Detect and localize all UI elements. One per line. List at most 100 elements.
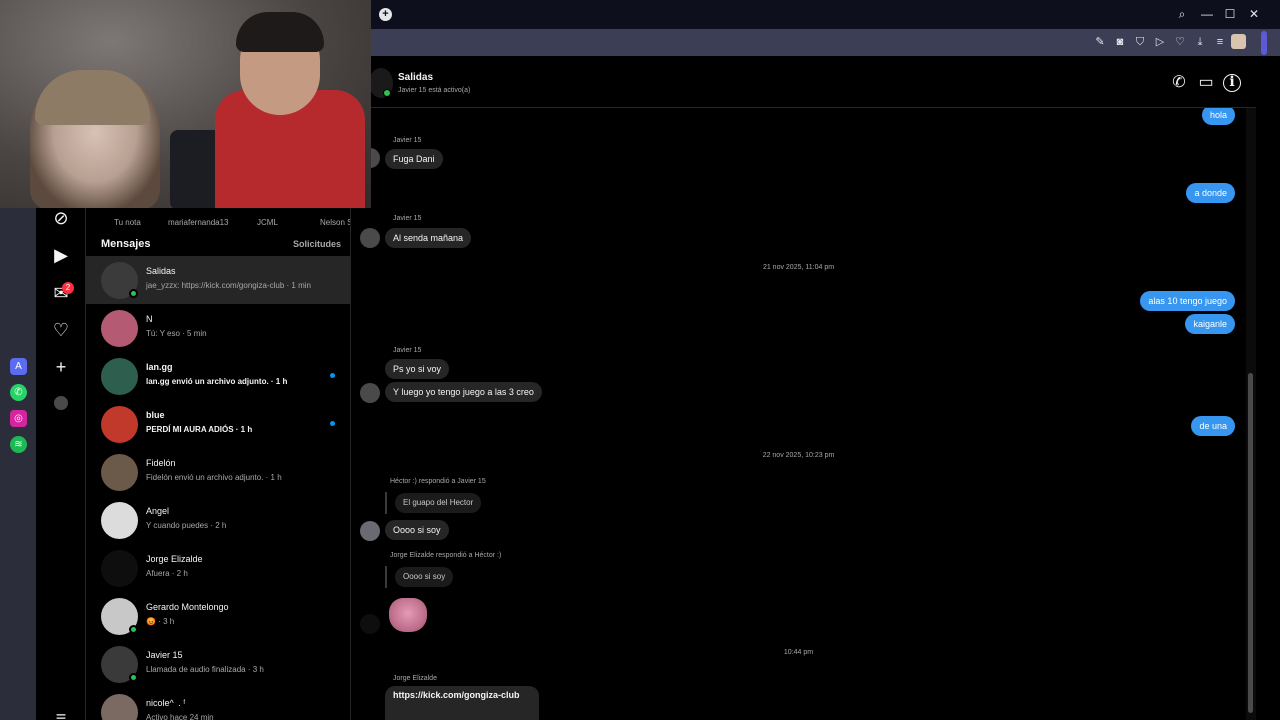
reply-label: Héctor :) respondió a Javier 15 — [390, 478, 486, 485]
conversation-item[interactable]: N Tú: Y eso · 5 min — [86, 304, 350, 352]
camera-icon[interactable]: ◙ — [1113, 35, 1127, 49]
messages-title: Mensajes — [101, 238, 151, 250]
search-icon[interactable]: ⌕ — [1175, 7, 1189, 21]
conversation-item[interactable]: blue PERDÍ MI AURA ADIÓS · 1 h — [86, 400, 350, 448]
chat-title[interactable]: Salidas — [398, 72, 433, 83]
webcam-overlay — [0, 0, 371, 208]
message-sender: Jorge Elizalde — [393, 675, 437, 682]
info-icon[interactable]: i — [1223, 74, 1241, 92]
shield-icon[interactable]: ⛉ — [1133, 35, 1147, 49]
minimize-icon[interactable]: — — [1200, 7, 1214, 21]
play-icon[interactable]: ▷ — [1153, 35, 1167, 49]
online-indicator — [129, 673, 138, 682]
scrollbar-thumb[interactable] — [1248, 373, 1253, 713]
avatar — [101, 694, 138, 720]
timestamp: 21 nov 2025, 11:04 pm — [762, 264, 835, 271]
spotify-icon[interactable]: ≋ — [10, 436, 27, 453]
unread-dot — [330, 373, 335, 378]
whatsapp-icon[interactable]: ✆ — [10, 384, 27, 401]
link-message[interactable]: https://kick.com/gongiza-club — [385, 686, 539, 720]
message-incoming[interactable]: Ps yo si voy — [385, 359, 450, 379]
right-edge — [1256, 56, 1280, 720]
edit-icon[interactable]: ✎ — [1093, 35, 1107, 49]
reels-icon[interactable]: ▶ — [51, 245, 71, 265]
requests-link[interactable]: Solicitudes — [293, 239, 341, 249]
note-item[interactable]: Tu nota — [114, 218, 141, 227]
sender-avatar[interactable] — [360, 383, 380, 403]
instagram-nav-rail: ⊘ ▶ ✉ 2 ♡ + ≡ — [36, 208, 86, 720]
browser-toolbar: ✎ ◙ ⛉ ▷ ♡ ⤓ ≡ — [371, 29, 1280, 56]
conversation-name: Gerardo Montelongo — [146, 602, 229, 612]
monkey-emoji-icon[interactable] — [389, 598, 427, 632]
conversation-item[interactable]: Angel Y cuando puedes · 2 h — [86, 496, 350, 544]
sender-avatar[interactable] — [360, 521, 380, 541]
more-menu-icon[interactable]: ≡ — [51, 708, 71, 720]
avatar — [101, 406, 138, 443]
new-tab-icon[interactable]: + — [379, 8, 392, 21]
download-icon[interactable]: ⤓ — [1193, 35, 1207, 49]
conversation-item[interactable]: nicole^ . ᶠ Activo hace 24 min — [86, 688, 350, 720]
video-icon[interactable]: ▭ — [1197, 74, 1215, 92]
conversation-name: Salidas — [146, 266, 176, 276]
sender-avatar[interactable] — [360, 614, 380, 634]
explore-icon[interactable]: ⊘ — [51, 208, 71, 228]
chat-status: Javier 15 está activo(a) — [398, 87, 471, 94]
avatar — [101, 550, 138, 587]
conversation-item[interactable]: Jorge Elizalde Afuera · 2 h — [86, 544, 350, 592]
conversation-item[interactable]: Salidas jae_yzzx: https://kick.com/gongiz… — [86, 256, 350, 304]
heart-icon[interactable]: ♡ — [51, 320, 71, 340]
conversation-name: Javier 15 — [146, 650, 183, 660]
avatar — [101, 454, 138, 491]
profile-icon[interactable] — [54, 396, 68, 410]
message-incoming[interactable]: Y luego yo tengo juego a las 3 creo — [385, 382, 542, 402]
conversation-preview: jae_yzzx: https://kick.com/gongiza-club … — [146, 281, 311, 290]
conversation-name: N — [146, 314, 153, 324]
message-outgoing[interactable]: a donde — [1186, 183, 1235, 203]
menu-icon[interactable]: ≡ — [1213, 35, 1227, 49]
message-outgoing[interactable]: alas 10 tengo juego — [1140, 291, 1235, 311]
reply-quote[interactable]: El guapo del Hector — [385, 492, 482, 514]
profile-avatar-icon[interactable] — [1231, 34, 1246, 49]
chat-online-dot — [383, 89, 391, 97]
thread-scrollbar[interactable] — [1246, 108, 1256, 720]
message-outgoing[interactable]: hola — [1201, 108, 1235, 125]
sidebar-handle[interactable] — [1261, 31, 1267, 55]
reply-quote[interactable]: Oooo si soy — [385, 566, 454, 588]
note-item[interactable]: JCML — [257, 218, 278, 227]
close-icon[interactable]: ✕ — [1247, 7, 1261, 21]
conversation-item[interactable]: Javier 15 Llamada de audio finalizada · 3… — [86, 640, 350, 688]
online-indicator — [129, 625, 138, 634]
conversation-preview: 😡 · 3 h — [146, 617, 175, 626]
messages-header: Mensajes Solicitudes — [101, 238, 341, 254]
message-sender: Javier 15 — [393, 347, 422, 354]
message-outgoing[interactable]: kaiganle — [1185, 314, 1235, 334]
avatar — [101, 502, 138, 539]
webcam-person-right-hair — [236, 12, 324, 52]
online-indicator — [129, 289, 138, 298]
messages-badge: 2 — [62, 282, 74, 294]
timestamp: 22 nov 2025, 10:23 pm — [762, 452, 835, 459]
message-incoming[interactable]: Al senda mañana — [385, 228, 472, 248]
phone-icon[interactable]: ✆ — [1170, 74, 1188, 92]
maximize-icon[interactable]: ☐ — [1223, 7, 1237, 21]
avatar — [101, 358, 138, 395]
instagram-icon[interactable]: ◎ — [10, 410, 27, 427]
conversation-item[interactable]: Fidelón Fidelón envió un archivo adjunto.… — [86, 448, 350, 496]
sender-avatar[interactable] — [360, 228, 380, 248]
note-item[interactable]: mariafernanda13 — [168, 218, 228, 227]
message-incoming[interactable]: Oooo si soy — [385, 520, 449, 540]
conversation-preview: Tú: Y eso · 5 min — [146, 329, 207, 338]
create-icon[interactable]: + — [51, 357, 71, 377]
unread-dot — [330, 421, 335, 426]
message-incoming[interactable]: Fuga Dani — [385, 149, 443, 169]
conversation-item[interactable]: Gerardo Montelongo 😡 · 3 h — [86, 592, 350, 640]
conversation-name: Jorge Elizalde — [146, 554, 203, 564]
arc-icon[interactable]: A — [10, 358, 27, 375]
heart-outline-icon[interactable]: ♡ — [1173, 35, 1187, 49]
conversation-name: blue — [146, 410, 165, 420]
note-item[interactable]: Nelson S — [320, 218, 350, 227]
message-sender: Javier 15 — [393, 215, 422, 222]
conversation-preview: PERDÍ MI AURA ADIÓS · 1 h — [146, 425, 253, 434]
conversation-item[interactable]: lan.gg lan.gg envió un archivo adjunto. ·… — [86, 352, 350, 400]
message-outgoing[interactable]: de una — [1191, 416, 1235, 436]
